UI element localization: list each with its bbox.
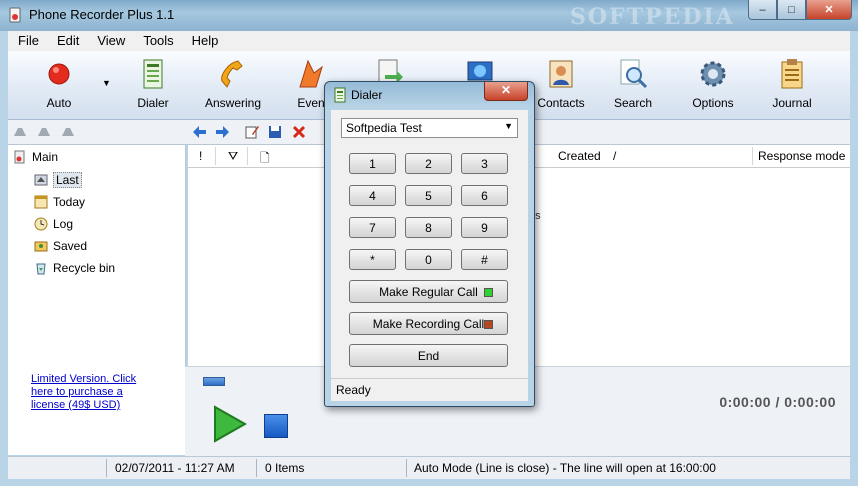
menu-edit[interactable]: Edit xyxy=(47,31,87,51)
phone-folder-icon xyxy=(14,150,25,164)
softpedia-watermark: SOFTPEDIA xyxy=(570,4,735,30)
dialer-icon xyxy=(334,87,346,103)
sort-indicator: / xyxy=(613,149,617,163)
key-0[interactable]: 0 xyxy=(405,249,452,270)
make-recording-call-button[interactable]: Make Recording Call xyxy=(349,312,508,335)
contact-card-icon xyxy=(549,60,573,88)
clipboard-icon xyxy=(781,59,803,89)
chevron-down-icon: ▼ xyxy=(504,121,513,131)
journal-button[interactable]: Journal xyxy=(757,57,827,110)
dialer-dialog: Dialer ✕ Softpedia Test ▼ 1 2 3 4 5 6 7 … xyxy=(324,81,535,407)
close-button[interactable]: ✕ xyxy=(806,0,852,20)
dialer-title: Dialer xyxy=(351,88,383,102)
playback-time: 0:00:00 / 0:00:00 xyxy=(719,394,836,410)
key-9[interactable]: 9 xyxy=(461,217,508,238)
events-icon xyxy=(299,59,323,88)
search-icon xyxy=(620,59,648,89)
phone-handset-icon xyxy=(221,60,243,88)
make-regular-call-button[interactable]: Make Regular Call xyxy=(349,280,508,303)
dialer-close-button[interactable]: ✕ xyxy=(484,82,528,101)
dialer-body: Softpedia Test ▼ 1 2 3 4 5 6 7 8 9 * 0 #… xyxy=(331,110,528,382)
saved-folder-icon xyxy=(34,241,48,252)
title-bar[interactable]: Phone Recorder Plus 1.1 SOFTPEDIA – □ ✕ xyxy=(0,0,858,31)
tree-item-today[interactable]: Today xyxy=(33,193,85,211)
menu-file[interactable]: File xyxy=(8,31,47,51)
column-file[interactable]: 🗋 xyxy=(260,149,270,170)
end-call-button[interactable]: End xyxy=(349,344,508,367)
key-2[interactable]: 2 xyxy=(405,153,452,174)
search-button[interactable]: Search xyxy=(598,57,668,110)
phone-gray-icon[interactable] xyxy=(12,124,28,140)
calendar-icon xyxy=(34,195,48,209)
answering-button[interactable]: Answering xyxy=(198,57,268,110)
menu-help[interactable]: Help xyxy=(182,31,227,51)
arrow-left-icon[interactable] xyxy=(192,124,208,140)
options-button[interactable]: Options xyxy=(678,57,748,110)
status-mode: Auto Mode (Line is close) - The line wil… xyxy=(414,461,716,475)
auto-button[interactable]: Auto xyxy=(24,57,94,110)
menu-tools[interactable]: Tools xyxy=(133,31,181,51)
arrow-right-icon[interactable] xyxy=(214,124,230,140)
play-icon[interactable] xyxy=(211,405,247,443)
key-star[interactable]: * xyxy=(349,249,396,270)
last-calls-icon xyxy=(34,174,48,186)
edit-icon[interactable] xyxy=(244,124,260,140)
window-title: Phone Recorder Plus 1.1 xyxy=(29,7,175,22)
dialer-status: Ready xyxy=(336,383,371,397)
menu-view[interactable]: View xyxy=(87,31,133,51)
tree-item-last[interactable]: Last xyxy=(33,171,82,189)
record-icon xyxy=(48,63,70,85)
recycle-bin-icon xyxy=(36,263,46,275)
purchase-license-link[interactable]: Limited Version. Click here to purchase … xyxy=(31,373,141,412)
app-icon xyxy=(9,7,21,23)
status-bar: 02/07/2011 - 11:27 AM 0 Items Auto Mode … xyxy=(8,456,850,479)
column-created[interactable]: Created xyxy=(558,149,601,163)
tree-item-saved[interactable]: Saved xyxy=(33,237,87,255)
auto-dropdown-arrow-icon[interactable]: ▼ xyxy=(102,78,111,88)
tree-item-main[interactable]: Main xyxy=(12,148,58,166)
delete-icon[interactable] xyxy=(291,124,307,140)
column-priority[interactable]: ! xyxy=(199,149,202,163)
minimize-button[interactable]: – xyxy=(748,0,777,20)
dialer-button[interactable]: Dialer xyxy=(118,57,188,110)
menu-bar: File Edit View Tools Help xyxy=(8,31,850,51)
gear-icon xyxy=(700,61,726,87)
contacts-button[interactable]: Contacts xyxy=(526,57,596,110)
regular-call-indicator-icon xyxy=(484,288,493,297)
tree-item-recycle-bin[interactable]: Recycle bin xyxy=(33,259,115,277)
dialer-icon xyxy=(143,59,163,89)
selected-contact: Softpedia Test xyxy=(346,121,422,135)
tree-item-log[interactable]: Log xyxy=(33,215,73,233)
key-6[interactable]: 6 xyxy=(461,185,508,206)
stop-icon[interactable] xyxy=(264,414,288,438)
key-8[interactable]: 8 xyxy=(405,217,452,238)
clock-icon xyxy=(34,217,48,231)
column-response-mode[interactable]: Response mode xyxy=(758,149,845,163)
save-icon[interactable] xyxy=(267,124,283,140)
playback-progress-bar[interactable] xyxy=(203,377,225,386)
status-datetime: 02/07/2011 - 11:27 AM xyxy=(115,461,235,475)
phone-gray-icon[interactable] xyxy=(36,124,52,140)
key-5[interactable]: 5 xyxy=(405,185,452,206)
key-3[interactable]: 3 xyxy=(461,153,508,174)
key-1[interactable]: 1 xyxy=(349,153,396,174)
contact-select[interactable]: Softpedia Test ▼ xyxy=(341,118,518,138)
key-4[interactable]: 4 xyxy=(349,185,396,206)
dialer-status-bar: Ready xyxy=(331,378,528,401)
maximize-button[interactable]: □ xyxy=(777,0,806,20)
key-hash[interactable]: # xyxy=(461,249,508,270)
phone-gray-icon[interactable] xyxy=(60,124,76,140)
recording-call-indicator-icon xyxy=(484,320,493,329)
status-items: 0 Items xyxy=(265,461,305,475)
column-flag[interactable]: ⛛ xyxy=(228,149,238,164)
key-7[interactable]: 7 xyxy=(349,217,396,238)
